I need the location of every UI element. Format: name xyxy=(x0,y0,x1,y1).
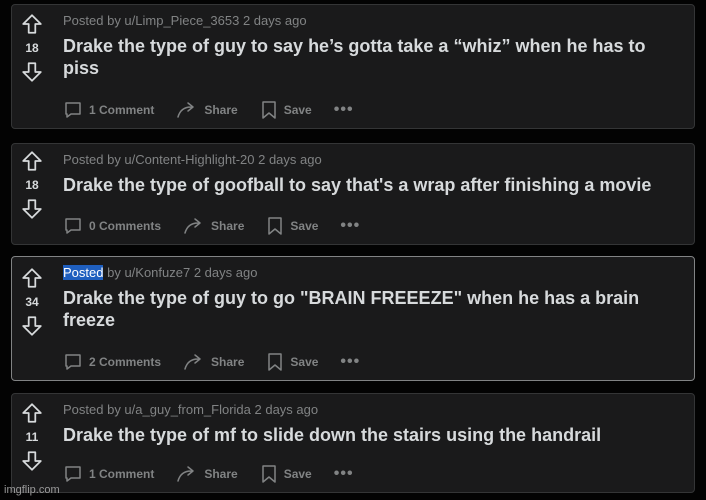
vote-score: 18 xyxy=(25,41,39,55)
post-card[interactable]: 34 Posted by u/Konfuze7 2 days ago Drake… xyxy=(11,256,695,381)
comments-button[interactable]: 2 Comments xyxy=(63,352,161,372)
upvote-arrow-icon[interactable] xyxy=(21,150,43,172)
save-label: Save xyxy=(290,355,319,369)
post-actions: 0 Comments Share Save ••• xyxy=(63,214,360,238)
downvote-arrow-icon[interactable] xyxy=(21,198,43,220)
post-content: Posted by u/Konfuze7 2 days ago Drake th… xyxy=(63,257,684,331)
share-button[interactable]: Share xyxy=(183,352,244,372)
more-options-button[interactable]: ••• xyxy=(340,217,360,235)
comments-label: 1 Comment xyxy=(89,467,155,481)
comments-label: 2 Comments xyxy=(89,355,162,369)
upvote-arrow-icon[interactable] xyxy=(21,13,43,35)
post-title[interactable]: Drake the type of guy to say he’s gotta … xyxy=(63,35,684,79)
share-arrow-icon xyxy=(177,102,195,118)
vote-column: 18 xyxy=(12,5,52,128)
comments-button[interactable]: 0 Comments xyxy=(63,216,161,236)
imgflip-watermark: imgflip.com xyxy=(4,484,60,496)
share-arrow-icon xyxy=(184,218,201,234)
comment-bubble-icon xyxy=(65,354,81,370)
post-actions: 1 Comment Share Save ••• xyxy=(63,98,354,122)
share-arrow-icon xyxy=(177,466,195,482)
comments-label: 0 Comments xyxy=(89,219,162,233)
comments-button[interactable]: 1 Comment xyxy=(63,100,154,120)
share-arrow-icon xyxy=(184,354,201,370)
post-meta[interactable]: Posted by u/Content-Highlight-20 2 days … xyxy=(63,152,684,168)
share-label: Share xyxy=(211,219,245,233)
post-card[interactable]: 18 Posted by u/Limp_Piece_3653 2 days ag… xyxy=(11,4,695,129)
comments-label: 1 Comment xyxy=(89,103,155,117)
post-content: Posted by u/Content-Highlight-20 2 days … xyxy=(63,144,684,196)
save-button[interactable]: Save xyxy=(260,100,312,120)
save-button[interactable]: Save xyxy=(266,216,318,236)
save-button[interactable]: Save xyxy=(260,464,312,484)
post-meta[interactable]: Posted by u/a_guy_from_Florida 2 days ag… xyxy=(63,402,684,418)
more-options-button[interactable]: ••• xyxy=(340,353,360,371)
downvote-arrow-icon[interactable] xyxy=(21,61,43,83)
vote-score: 18 xyxy=(25,178,39,192)
comment-bubble-icon xyxy=(65,218,81,234)
post-content: Posted by u/Limp_Piece_3653 2 days ago D… xyxy=(63,5,684,79)
post-actions: 2 Comments Share Save ••• xyxy=(63,350,360,374)
vote-score: 11 xyxy=(25,430,39,444)
more-options-button[interactable]: ••• xyxy=(334,101,354,119)
downvote-arrow-icon[interactable] xyxy=(21,450,43,472)
save-label: Save xyxy=(283,103,312,117)
share-button[interactable]: Share xyxy=(176,100,238,120)
bookmark-icon xyxy=(261,101,276,119)
upvote-arrow-icon[interactable] xyxy=(21,402,43,424)
post-card[interactable]: 11 Posted by u/a_guy_from_Florida 2 days… xyxy=(11,393,695,493)
comments-button[interactable]: 1 Comment xyxy=(63,464,154,484)
post-card[interactable]: 18 Posted by u/Content-Highlight-20 2 da… xyxy=(11,143,695,245)
save-label: Save xyxy=(290,219,319,233)
share-button[interactable]: Share xyxy=(176,464,238,484)
post-content: Posted by u/a_guy_from_Florida 2 days ag… xyxy=(63,394,684,446)
vote-score: 34 xyxy=(25,295,39,309)
post-actions: 1 Comment Share Save ••• xyxy=(63,462,354,486)
post-title[interactable]: Drake the type of goofball to say that's… xyxy=(63,174,684,196)
comment-bubble-icon xyxy=(65,102,81,118)
post-meta-rest: by u/Konfuze7 2 days ago xyxy=(103,265,258,280)
post-meta[interactable]: Posted by u/Konfuze7 2 days ago xyxy=(63,265,684,281)
more-options-button[interactable]: ••• xyxy=(334,465,354,483)
share-button[interactable]: Share xyxy=(183,216,244,236)
post-meta[interactable]: Posted by u/Limp_Piece_3653 2 days ago xyxy=(63,13,684,29)
vote-column: 11 xyxy=(12,394,52,492)
vote-column: 34 xyxy=(12,257,52,380)
bookmark-icon xyxy=(261,465,276,483)
share-label: Share xyxy=(211,355,245,369)
vote-column: 18 xyxy=(12,144,52,244)
save-label: Save xyxy=(283,467,312,481)
downvote-arrow-icon[interactable] xyxy=(21,315,43,337)
bookmark-icon xyxy=(268,217,283,235)
post-title[interactable]: Drake the type of guy to go "BRAIN FREEE… xyxy=(63,287,684,331)
post-title[interactable]: Drake the type of mf to slide down the s… xyxy=(63,424,684,446)
share-label: Share xyxy=(204,467,238,481)
comment-bubble-icon xyxy=(65,466,81,482)
selected-text: Posted xyxy=(63,265,104,280)
save-button[interactable]: Save xyxy=(266,352,318,372)
share-label: Share xyxy=(204,103,238,117)
upvote-arrow-icon[interactable] xyxy=(21,267,43,289)
bookmark-icon xyxy=(268,353,283,371)
